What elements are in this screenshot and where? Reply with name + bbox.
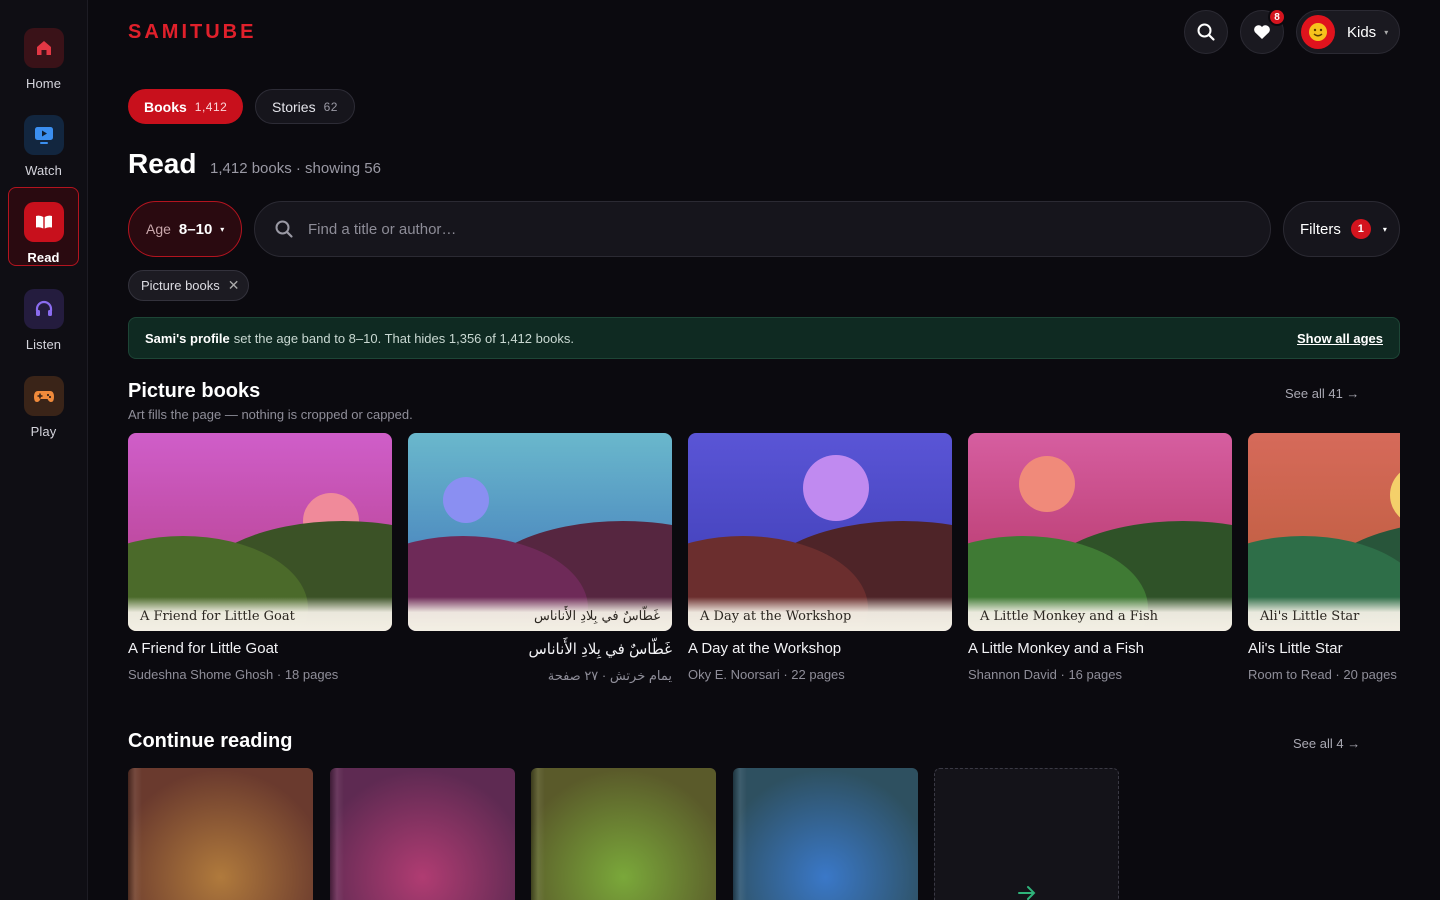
sidebar-item-watch[interactable]: Watch bbox=[8, 101, 79, 180]
search-button[interactable] bbox=[1184, 10, 1228, 54]
page-title: Read bbox=[128, 148, 197, 179]
filters-count-badge: 1 bbox=[1350, 219, 1371, 239]
play-screen-icon bbox=[23, 115, 64, 155]
book-title[interactable]: A Day at the Workshop bbox=[688, 640, 952, 657]
search-icon bbox=[275, 220, 293, 238]
sidebar: Home Watch Read Listen Play bbox=[0, 0, 88, 900]
sidebar-item-label: Watch bbox=[25, 163, 62, 178]
tab-count: 1,412 bbox=[194, 99, 228, 114]
book-card[interactable]: A Day at the Workshop A Day at the Worksh… bbox=[688, 433, 952, 682]
continue-reading-book[interactable] bbox=[329, 768, 515, 900]
cover-title-text: A Friend for Little Goat bbox=[128, 597, 392, 631]
book-spine bbox=[329, 768, 344, 900]
search-input[interactable] bbox=[308, 220, 1208, 238]
continue-reading-book[interactable] bbox=[128, 768, 313, 900]
book-card[interactable]: A Little Monkey and a Fish A Little Monke… bbox=[968, 433, 1232, 682]
tab-label: Stories bbox=[272, 98, 316, 115]
cover-title-text: A Little Monkey and a Fish bbox=[968, 597, 1232, 631]
profile-switcher[interactable]: Kids ▾ bbox=[1296, 10, 1400, 54]
filter-chip: Picture books ✕ bbox=[128, 270, 249, 301]
section-title: Continue reading bbox=[128, 730, 293, 752]
book-meta: Shannon David · 16 pages bbox=[968, 667, 1122, 682]
continue-reading-book[interactable] bbox=[732, 768, 918, 900]
filters-button[interactable]: Filters 1 ▾ bbox=[1283, 201, 1400, 257]
section-subtitle: Art fills the page — nothing is cropped … bbox=[128, 407, 413, 422]
book-title[interactable]: غَطّاسٌ في بِلادِ الأَناناس bbox=[408, 640, 672, 658]
home-icon bbox=[23, 28, 64, 68]
sidebar-item-home[interactable]: Home bbox=[8, 14, 79, 93]
see-all-link[interactable]: See all 41 → bbox=[1285, 386, 1359, 401]
sidebar-item-label: Listen bbox=[25, 337, 62, 352]
book-title[interactable]: A Little Monkey and a Fish bbox=[968, 640, 1232, 657]
age-filter-button[interactable]: Age 8–10 ▾ bbox=[128, 201, 242, 257]
headphones-icon bbox=[23, 289, 64, 329]
book-card[interactable]: غَطّاسٌ في بِلادِ الأَناناس غَطّاسٌ في بِ… bbox=[408, 433, 672, 684]
heart-icon bbox=[1254, 25, 1270, 39]
notice-text: set the age band to 8–10. That hides 1,3… bbox=[233, 330, 574, 346]
sidebar-item-play[interactable]: Play bbox=[8, 362, 79, 441]
smiley-face-icon bbox=[1309, 23, 1327, 41]
chevron-down-icon: ▾ bbox=[220, 224, 225, 234]
search-icon bbox=[1197, 23, 1215, 41]
book-title[interactable]: Ali's Little Star bbox=[1248, 640, 1400, 657]
sidebar-item-label: Play bbox=[30, 424, 57, 439]
book-icon bbox=[23, 202, 64, 242]
book-cover[interactable]: A Friend for Little Goat bbox=[128, 433, 392, 631]
sidebar-item-read[interactable]: Read bbox=[8, 187, 79, 266]
sidebar-item-label: Read bbox=[27, 250, 60, 265]
book-title[interactable]: A Friend for Little Goat bbox=[128, 640, 392, 657]
filters-label: Filters bbox=[1300, 220, 1341, 238]
book-cover[interactable]: غَطّاسٌ في بِلادِ الأَناناس bbox=[408, 433, 672, 631]
picture-books-row: A Friend for Little Goat A Friend for Lit… bbox=[128, 433, 1400, 703]
cover-title-text: غَطّاسٌ في بِلادِ الأَناناس bbox=[408, 597, 672, 631]
tab-count: 62 bbox=[323, 99, 338, 114]
book-meta: يمام خرتش · ٢٧ صفحة bbox=[547, 668, 672, 683]
section-title: Picture books bbox=[128, 380, 261, 402]
sidebar-item-label: Home bbox=[25, 76, 62, 91]
age-value: 8–10 bbox=[178, 220, 213, 238]
book-spine bbox=[128, 768, 142, 900]
continue-reading-book[interactable] bbox=[531, 768, 716, 900]
book-meta: Room to Read · 20 pages bbox=[1248, 667, 1397, 682]
profile-name: Kids bbox=[1347, 23, 1377, 41]
search-bar[interactable] bbox=[254, 201, 1271, 257]
cover-title-text: Ali's Little Star bbox=[1248, 597, 1400, 631]
age-notice-banner: Sami's profile set the age band to 8–10.… bbox=[128, 317, 1400, 359]
book-spine bbox=[732, 768, 747, 900]
age-label: Age bbox=[146, 221, 171, 237]
book-cover[interactable]: A Little Monkey and a Fish bbox=[968, 433, 1232, 631]
book-cover[interactable]: Ali's Little Star bbox=[1248, 433, 1400, 631]
see-all-link[interactable]: See all 4 → bbox=[1293, 736, 1360, 751]
chevron-down-icon: ▾ bbox=[1384, 27, 1389, 37]
avatar bbox=[1301, 15, 1335, 49]
app-logo[interactable]: SAMITUBE bbox=[128, 21, 256, 44]
tab-label: Books bbox=[144, 98, 187, 115]
book-meta: Oky E. Noorsari · 22 pages bbox=[688, 667, 845, 682]
page-subtitle: 1,412 books · showing 56 bbox=[210, 160, 381, 177]
arrow-right-icon bbox=[1018, 886, 1036, 900]
book-card[interactable]: A Friend for Little Goat A Friend for Lit… bbox=[128, 433, 392, 682]
cover-title-text: A Day at the Workshop bbox=[688, 597, 952, 631]
book-meta: Sudeshna Shome Ghosh · 18 pages bbox=[128, 667, 339, 682]
favorites-button[interactable]: 8 bbox=[1240, 8, 1286, 54]
close-icon[interactable]: ✕ bbox=[228, 277, 240, 294]
chevron-down-icon: ▾ bbox=[1382, 224, 1387, 234]
sidebar-item-listen[interactable]: Listen bbox=[8, 275, 79, 354]
show-all-ages-link[interactable]: Show all ages bbox=[1297, 331, 1383, 346]
favorites-count-badge: 8 bbox=[1268, 8, 1286, 26]
tab-books[interactable]: Books 1,412 bbox=[128, 89, 244, 124]
notice-profile: Sami's profile bbox=[145, 330, 230, 346]
book-card[interactable]: Ali's Little Star Ali's Little Star Room t… bbox=[1248, 433, 1400, 682]
book-cover[interactable]: A Day at the Workshop bbox=[688, 433, 952, 631]
chip-label: Picture books bbox=[141, 278, 220, 293]
gamepad-icon bbox=[23, 376, 64, 416]
tab-stories[interactable]: Stories 62 bbox=[255, 89, 355, 124]
see-more-tile[interactable] bbox=[934, 768, 1119, 900]
book-spine bbox=[531, 768, 545, 900]
